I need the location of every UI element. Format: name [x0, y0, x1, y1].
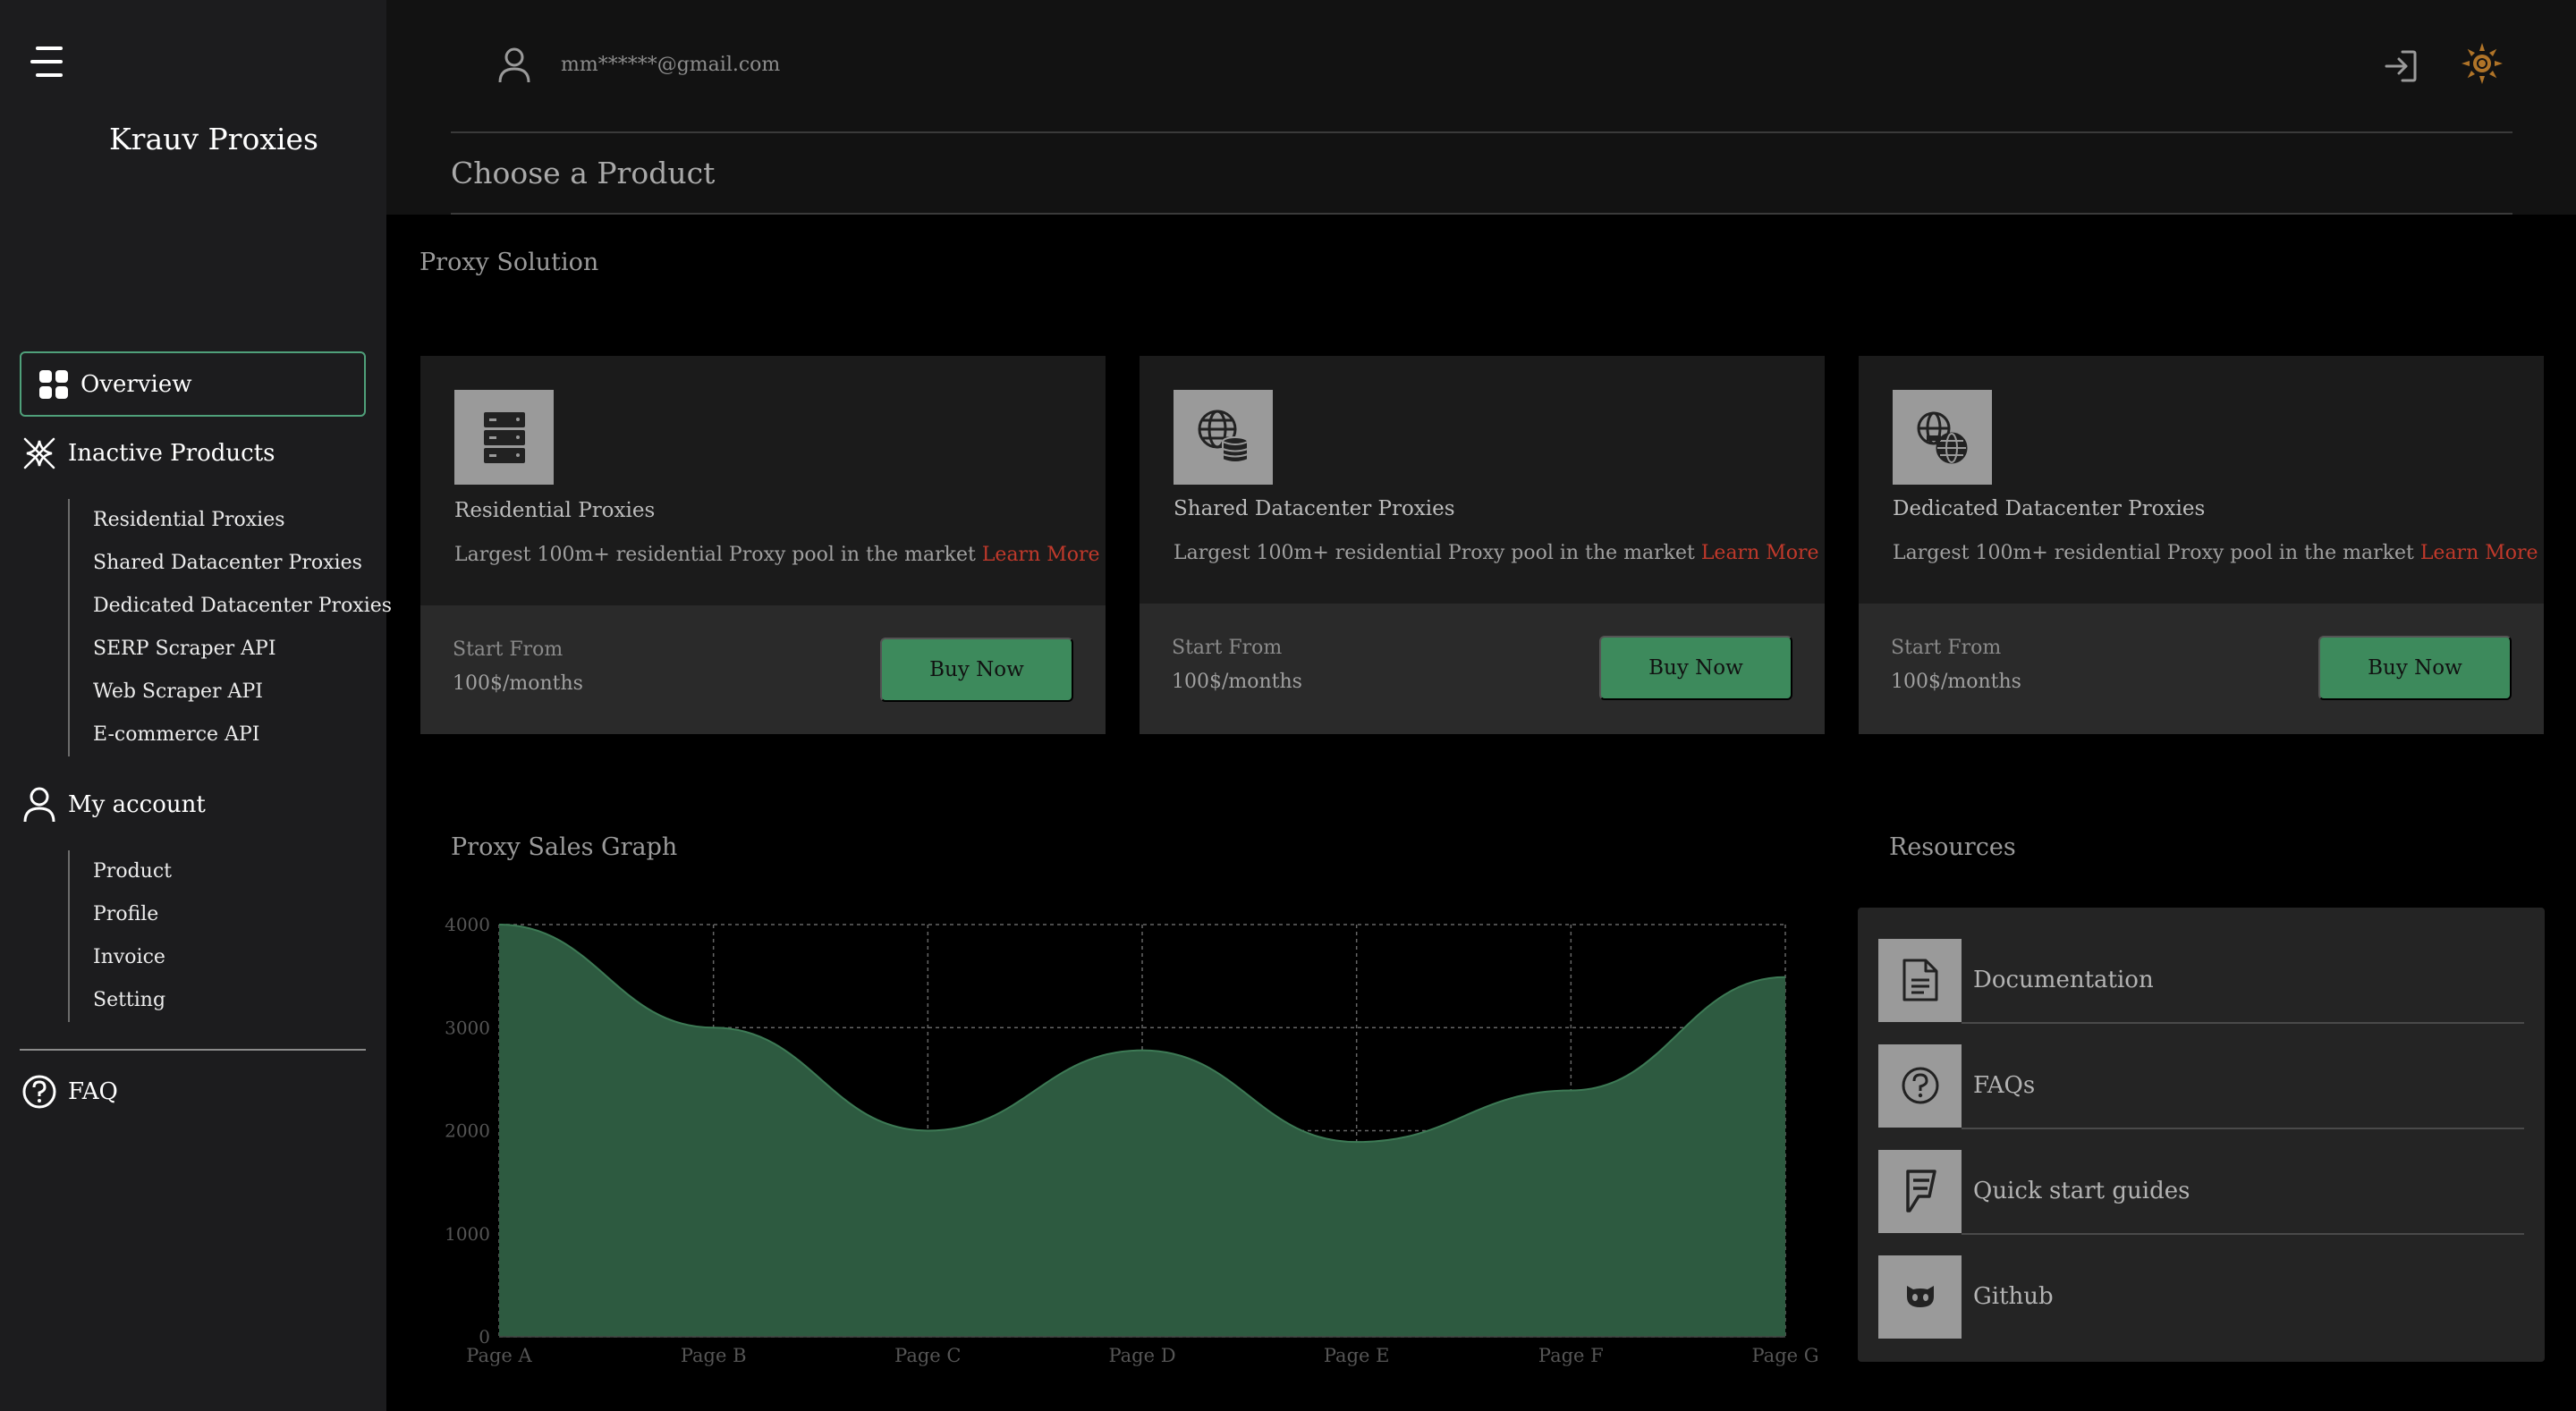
price-label: 100$/months [453, 672, 583, 695]
price-label: 100$/months [1891, 671, 2021, 693]
learn-more-link[interactable]: Learn More [982, 544, 1100, 566]
nav-faq-label: FAQ [68, 1078, 118, 1105]
x-tick-label: Page E [1324, 1345, 1390, 1366]
start-from-label: Start From [1891, 637, 2002, 659]
sidebar: Krauv Proxies Overview Inactive Products… [0, 0, 392, 1411]
x-tick-label: Page A [466, 1345, 532, 1366]
sidebar-item-serp-scraper-api[interactable]: SERP Scraper API [93, 628, 392, 671]
resource-faqs[interactable]: FAQs [1878, 1033, 2524, 1138]
server-rack-icon [454, 390, 554, 485]
product-name: Residential Proxies [454, 499, 656, 522]
resource-label: FAQs [1973, 1072, 2036, 1099]
product-card-shared-datacenter: Shared Datacenter Proxies Largest 100m+ … [1140, 356, 1825, 734]
header: mm******@gmail.com Choose a Product [386, 0, 2576, 215]
x-tick-label: Page C [894, 1345, 961, 1366]
resource-documentation[interactable]: Documentation [1878, 927, 2524, 1033]
resource-divider [1962, 1022, 2524, 1024]
resource-label: Quick start guides [1973, 1178, 2190, 1204]
y-tick-label: 2000 [445, 1120, 490, 1142]
nav-inactive-products[interactable]: Inactive Products [21, 435, 275, 471]
my-account-list: Product Profile Invoice Setting [68, 850, 172, 1022]
header-divider [451, 213, 2512, 215]
page-title: Choose a Product [451, 156, 716, 190]
resource-quick-start-guides[interactable]: Quick start guides [1878, 1138, 2524, 1244]
learn-more-link[interactable]: Learn More [2420, 542, 2538, 564]
product-description-text: Largest 100m+ residential Proxy pool in … [454, 544, 976, 566]
y-tick-label: 4000 [445, 914, 490, 935]
globe-database-icon [1174, 390, 1273, 485]
sidebar-item-ecommerce-api[interactable]: E-commerce API [93, 714, 392, 756]
globe-network-icon [1893, 390, 1992, 485]
sidebar-item-residential-proxies[interactable]: Residential Proxies [93, 499, 392, 542]
area-fill [499, 925, 1785, 1337]
buy-now-button[interactable]: Buy Now [880, 638, 1073, 702]
product-card-residential: Residential Proxies Largest 100m+ reside… [420, 356, 1106, 734]
resource-github[interactable]: Github [1878, 1244, 2524, 1349]
sidebar-item-dedicated-datacenter-proxies[interactable]: Dedicated Datacenter Proxies [93, 585, 392, 628]
x-tick-label: Page D [1108, 1345, 1175, 1366]
resources-panel: Documentation FAQs Quick start guides Gi… [1858, 908, 2545, 1362]
proxy-sales-chart: 01000200030004000Page A Page B Page C Page … [445, 914, 1818, 1366]
product-description-text: Largest 100m+ residential Proxy pool in … [1174, 542, 1695, 564]
product-card-dedicated-datacenter: Dedicated Datacenter Proxies Largest 100… [1859, 356, 2544, 734]
user-icon[interactable] [497, 46, 531, 84]
nav-my-account[interactable]: My account [21, 786, 206, 824]
proxy-solution-title: Proxy Solution [419, 249, 599, 276]
inactive-products-list: Residential Proxies Shared Datacenter Pr… [68, 499, 392, 756]
resources-title: Resources [1889, 833, 2016, 861]
header-divider [451, 131, 2512, 133]
nav-my-account-label: My account [68, 791, 206, 818]
login-icon[interactable] [2383, 48, 2419, 84]
x-tick-label: Page F [1538, 1345, 1604, 1366]
sidebar-divider [20, 1049, 366, 1051]
x-tick-label: Page B [681, 1345, 747, 1366]
question-circle-icon [1878, 1043, 1962, 1128]
sidebar-item-product[interactable]: Product [93, 850, 172, 893]
product-description: Largest 100m+ residential Proxy pool in … [1893, 542, 2538, 564]
sidebar-item-profile[interactable]: Profile [93, 893, 172, 936]
start-from-label: Start From [1172, 637, 1283, 659]
question-circle-icon [22, 1075, 56, 1109]
user-icon [23, 787, 55, 823]
proxy-sales-graph-title: Proxy Sales Graph [451, 833, 678, 861]
dashboard-icon [39, 369, 68, 399]
document-icon [1878, 938, 1962, 1022]
y-tick-label: 3000 [445, 1017, 490, 1038]
product-description-text: Largest 100m+ residential Proxy pool in … [1893, 542, 2414, 564]
nav-faq[interactable]: FAQ [21, 1074, 118, 1110]
price-label: 100$/months [1172, 671, 1302, 693]
cross-star-icon [23, 437, 55, 469]
sidebar-item-invoice[interactable]: Invoice [93, 936, 172, 979]
foursquare-icon [1878, 1149, 1962, 1233]
resource-divider [1962, 1233, 2524, 1235]
product-name: Shared Datacenter Proxies [1174, 497, 1455, 520]
y-tick-label: 1000 [445, 1223, 490, 1245]
resource-label: Documentation [1973, 967, 2154, 993]
buy-now-button[interactable]: Buy Now [1599, 636, 1792, 700]
sidebar-item-setting[interactable]: Setting [93, 979, 172, 1022]
product-description: Largest 100m+ residential Proxy pool in … [454, 544, 1100, 566]
product-name: Dedicated Datacenter Proxies [1893, 497, 2206, 520]
sidebar-item-shared-datacenter-proxies[interactable]: Shared Datacenter Proxies [93, 542, 392, 585]
brand-title: Krauv Proxies [109, 122, 318, 156]
resource-divider [1962, 1128, 2524, 1129]
nav-inactive-products-label: Inactive Products [68, 440, 275, 467]
start-from-label: Start From [453, 638, 564, 661]
learn-more-link[interactable]: Learn More [1701, 542, 1819, 564]
nav-overview[interactable]: Overview [20, 351, 366, 417]
resource-label: Github [1973, 1283, 2054, 1310]
product-description: Largest 100m+ residential Proxy pool in … [1174, 542, 1819, 564]
user-email: mm******@gmail.com [561, 54, 781, 76]
sun-icon[interactable] [2460, 41, 2504, 86]
github-icon [1878, 1255, 1962, 1339]
x-tick-label: Page G [1751, 1345, 1818, 1366]
nav-overview-label: Overview [80, 370, 192, 398]
buy-now-button[interactable]: Buy Now [2318, 636, 2512, 700]
sidebar-item-web-scraper-api[interactable]: Web Scraper API [93, 671, 392, 714]
menu-icon[interactable] [30, 46, 63, 77]
